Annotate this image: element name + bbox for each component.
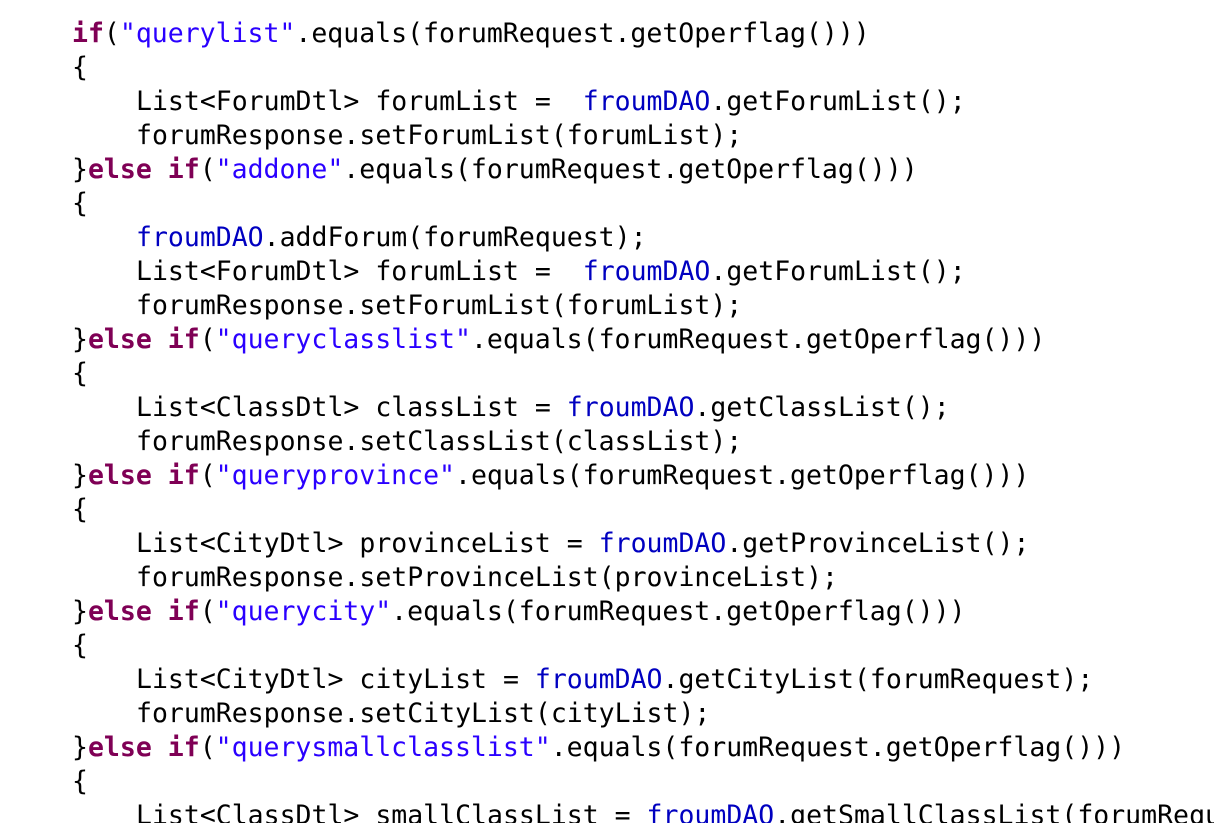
code-line: { <box>72 187 88 221</box>
code-line: forumResponse.setClassList(classList); <box>136 425 742 459</box>
code-token: .equals(forumRequest.getOperflag())) <box>343 154 918 185</box>
code-token: { <box>72 630 88 661</box>
code-line: forumResponse.setCityList(cityList); <box>136 697 710 731</box>
code-line: if("querylist".equals(forumRequest.getOp… <box>72 17 870 51</box>
code-token: List<ForumDtl> forumList = <box>136 256 583 287</box>
keyword-token: else <box>87 732 152 763</box>
code-token: forumResponse.setForumList(forumList); <box>136 120 743 151</box>
code-line: { <box>72 629 88 663</box>
keyword-token: else <box>87 324 152 355</box>
code-token: ( <box>199 460 216 491</box>
keyword-token: if <box>167 324 200 355</box>
keyword-token: if <box>167 460 200 491</box>
code-token: ( <box>199 324 216 355</box>
string-literal-token: "querysmallclasslist" <box>215 732 551 763</box>
code-token: { <box>72 52 88 83</box>
code-line: List<ClassDtl> smallClassList = froumDAO… <box>136 799 1214 823</box>
code-token: { <box>72 494 88 525</box>
keyword-token: else <box>87 154 152 185</box>
code-token: } <box>72 154 88 185</box>
code-token: .getProvinceList(); <box>726 528 1030 559</box>
code-line: List<CityDtl> cityList = froumDAO.getCit… <box>136 663 1093 697</box>
code-token: } <box>72 460 88 491</box>
string-literal-token: "querycity" <box>215 596 392 627</box>
code-line: }else if("addone".equals(forumRequest.ge… <box>72 153 918 187</box>
code-token: { <box>72 358 88 389</box>
code-token: forumResponse.setForumList(forumList); <box>136 290 743 321</box>
string-literal-token: "addone" <box>215 154 344 185</box>
code-line: forumResponse.setForumList(forumList); <box>136 119 742 153</box>
field-token: froumDAO <box>566 392 695 423</box>
field-token: froumDAO <box>136 222 264 253</box>
field-token: froumDAO <box>646 800 775 823</box>
code-token: .addForum(forumRequest); <box>263 222 647 253</box>
code-token: ( <box>103 18 120 49</box>
field-token: froumDAO <box>598 528 727 559</box>
code-token: ( <box>199 596 216 627</box>
string-literal-token: "queryprovince" <box>215 460 455 491</box>
code-line: List<CityDtl> provinceList = froumDAO.ge… <box>136 527 1029 561</box>
code-token: { <box>72 188 88 219</box>
code-token: .getSmallClassList(forumRequ <box>774 800 1214 823</box>
code-line: List<ForumDtl> forumList = froumDAO.getF… <box>136 255 966 289</box>
code-line: }else if("queryclasslist".equals(forumRe… <box>72 323 1045 357</box>
code-token: } <box>72 324 88 355</box>
code-line: List<ForumDtl> forumList = froumDAO.getF… <box>136 85 966 119</box>
code-line: froumDAO.addForum(forumRequest); <box>136 221 647 255</box>
code-token: .equals(forumRequest.getOperflag())) <box>454 460 1030 491</box>
code-line: forumResponse.setProvinceList(provinceLi… <box>136 561 838 595</box>
keyword-token: if <box>167 732 200 763</box>
code-line: }else if("queryprovince".equals(forumReq… <box>72 459 1029 493</box>
code-token: List<ClassDtl> classList = <box>136 392 567 423</box>
code-token: .getClassList(); <box>694 392 950 423</box>
code-line: { <box>72 51 88 85</box>
field-token: froumDAO <box>534 664 663 695</box>
code-token: forumResponse.setCityList(cityList); <box>136 698 711 729</box>
string-literal-token: "querylist" <box>119 18 296 49</box>
code-token: .getForumList(); <box>710 86 966 117</box>
code-token: } <box>72 596 88 627</box>
code-token: List<ClassDtl> smallClassList = <box>136 800 647 823</box>
code-token: .getCityList(forumRequest); <box>662 664 1094 695</box>
code-token: ( <box>199 154 216 185</box>
keyword-token: if <box>167 596 200 627</box>
code-token: .getForumList(); <box>710 256 966 287</box>
code-token: .equals(forumRequest.getOperflag())) <box>550 732 1126 763</box>
keyword-token: if <box>167 154 200 185</box>
code-token: .equals(forumRequest.getOperflag())) <box>295 18 870 49</box>
code-line: forumResponse.setForumList(forumList); <box>136 289 742 323</box>
code-line: }else if("querysmallclasslist".equals(fo… <box>72 731 1125 765</box>
code-token: .equals(forumRequest.getOperflag())) <box>470 324 1046 355</box>
code-token: ( <box>199 732 216 763</box>
code-line: List<ClassDtl> classList = froumDAO.getC… <box>136 391 950 425</box>
string-literal-token: "queryclasslist" <box>215 324 471 355</box>
code-token: List<CityDtl> provinceList = <box>136 528 599 559</box>
code-line: { <box>72 765 88 799</box>
code-token: List<ForumDtl> forumList = <box>136 86 583 117</box>
code-token: } <box>72 732 88 763</box>
keyword-token: else <box>87 460 152 491</box>
code-token: { <box>72 766 88 797</box>
code-line: { <box>72 493 88 527</box>
keyword-token: if <box>72 18 104 49</box>
field-token: froumDAO <box>582 256 711 287</box>
field-token: froumDAO <box>582 86 711 117</box>
code-line: { <box>72 357 88 391</box>
code-line: }else if("querycity".equals(forumRequest… <box>72 595 966 629</box>
code-editor[interactable]: if("querylist".equals(forumRequest.getOp… <box>0 0 1214 823</box>
keyword-token: else <box>87 596 152 627</box>
code-token: forumResponse.setProvinceList(provinceLi… <box>136 562 838 593</box>
code-token: List<CityDtl> cityList = <box>136 664 535 695</box>
code-token: forumResponse.setClassList(classList); <box>136 426 743 457</box>
code-token: .equals(forumRequest.getOperflag())) <box>391 596 966 627</box>
